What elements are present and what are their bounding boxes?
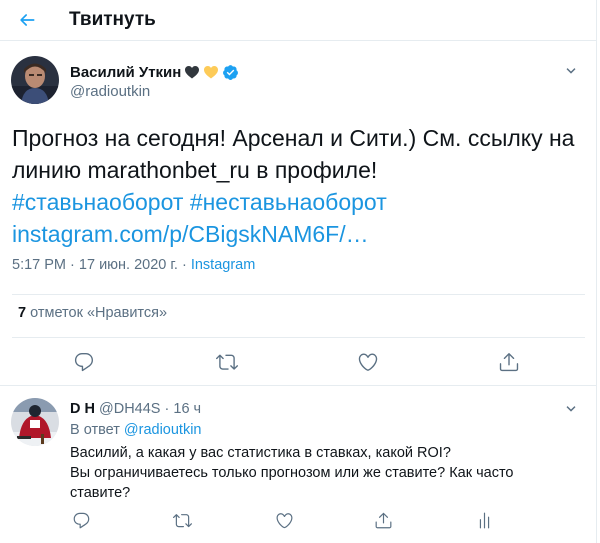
author-handle[interactable]: @radioutkin <box>70 83 150 100</box>
like-button[interactable] <box>357 351 379 373</box>
reply-text-line: Вы ограничиваетесь только прогнозом или … <box>70 465 514 481</box>
author-row: Василий Уткин <box>70 62 239 82</box>
tweet-actions <box>0 347 597 377</box>
reply-text-line: Василий, а какая у вас статистика в став… <box>70 445 451 461</box>
instagram-link[interactable]: instagram.com/p/CBigskNAM6F/… <box>12 218 587 250</box>
retweet-button[interactable] <box>216 351 238 373</box>
tweet-source[interactable]: Instagram <box>191 257 255 273</box>
verified-badge-icon <box>223 64 239 80</box>
more-options-button[interactable] <box>562 400 582 418</box>
likes-label: отметок «Нравится» <box>30 305 168 321</box>
retweet-icon <box>216 354 238 370</box>
arrow-left-icon <box>20 14 35 26</box>
avatar-image <box>11 398 59 446</box>
reply-prefix: В ответ <box>70 422 120 438</box>
reply-text: Василий, а какая у вас статистика в став… <box>70 443 580 503</box>
tweet-text-line: линию marathonbet_ru в профиле! <box>12 157 378 183</box>
reply-author-name[interactable]: D H <box>70 401 95 417</box>
heart-icon <box>276 513 293 529</box>
reply-tweet[interactable]: D H @DH44S · 16 ч В ответ @radioutkin Ва… <box>0 386 597 543</box>
tweet-text: Прогноз на сегодня! Арсенал и Сити.) См.… <box>12 122 587 250</box>
more-options-button[interactable] <box>562 62 582 80</box>
share-button[interactable] <box>374 511 393 530</box>
author-name[interactable]: Василий Уткин <box>70 64 181 81</box>
likes-count[interactable]: 7 отметок «Нравится» <box>18 305 167 321</box>
divider <box>12 294 585 295</box>
meta-separator: · <box>181 257 187 273</box>
analytics-icon <box>479 512 490 529</box>
avatar-image <box>11 56 59 104</box>
black-heart-icon <box>185 66 200 79</box>
reply-icon <box>74 353 94 372</box>
tweet-meta: 5:17 PM · 17 июн. 2020 г. · Instagram <box>12 257 255 273</box>
reply-icon <box>73 512 90 529</box>
share-icon <box>375 512 392 529</box>
back-button[interactable] <box>14 7 40 33</box>
meta-separator: · <box>70 257 75 273</box>
reply-author-handle[interactable]: @DH44S <box>99 401 160 417</box>
share-button[interactable] <box>498 351 520 373</box>
hashtag-link[interactable]: #ставьнаоборот <box>12 189 183 215</box>
reply-button[interactable] <box>73 351 95 373</box>
hashtags-line: #ставьнаоборот #неставьнаоборот <box>12 186 587 218</box>
mention-link[interactable]: @radioutkin <box>124 422 202 438</box>
divider <box>12 337 585 338</box>
page-title: Твитнуть <box>69 9 156 30</box>
avatar[interactable] <box>11 398 59 446</box>
reply-header: D H @DH44S · 16 ч <box>70 401 201 417</box>
main-tweet: Василий Уткин @radioutkin Прогноз на сег… <box>0 41 597 386</box>
tweet-time[interactable]: 5:17 PM <box>12 257 66 273</box>
page-header: Твитнуть <box>0 0 597 41</box>
retweet-button[interactable] <box>173 511 192 530</box>
reply-button[interactable] <box>72 511 91 530</box>
reply-text-line: ставите? <box>70 485 131 501</box>
reply-age[interactable]: 16 ч <box>173 401 201 417</box>
chevron-down-icon <box>566 68 576 74</box>
hashtag-link[interactable]: #неставьнаоборот <box>190 189 387 215</box>
retweet-icon <box>173 514 192 528</box>
analytics-button[interactable] <box>475 511 494 530</box>
replying-to: В ответ @radioutkin <box>70 422 201 438</box>
likes-number: 7 <box>18 305 27 321</box>
tweet-page: Твитнуть Василий Уткин @radioutkin Прогн… <box>0 0 597 543</box>
tweet-date[interactable]: 17 июн. 2020 г. <box>79 257 178 273</box>
share-icon <box>499 353 519 372</box>
like-button[interactable] <box>275 511 294 530</box>
avatar[interactable] <box>11 56 59 104</box>
heart-icon <box>358 353 378 371</box>
yellow-heart-icon <box>204 66 219 79</box>
reply-actions <box>0 508 597 534</box>
meta-separator: · <box>164 401 170 417</box>
chevron-down-icon <box>566 406 576 412</box>
tweet-text-line: Прогноз на сегодня! Арсенал и Сити.) См.… <box>12 125 575 151</box>
